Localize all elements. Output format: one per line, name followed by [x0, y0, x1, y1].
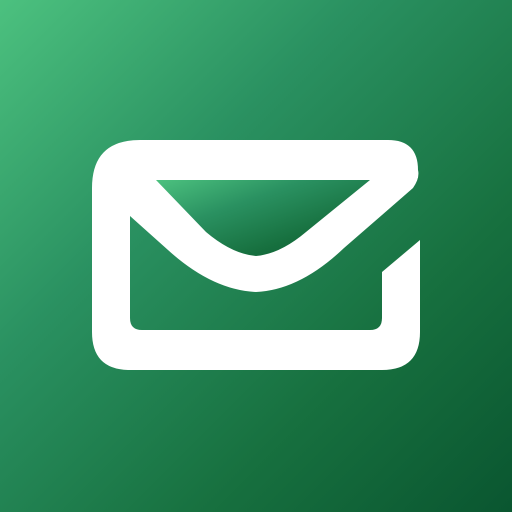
- app-icon[interactable]: [0, 0, 512, 512]
- mail-envelope-icon: [0, 0, 512, 512]
